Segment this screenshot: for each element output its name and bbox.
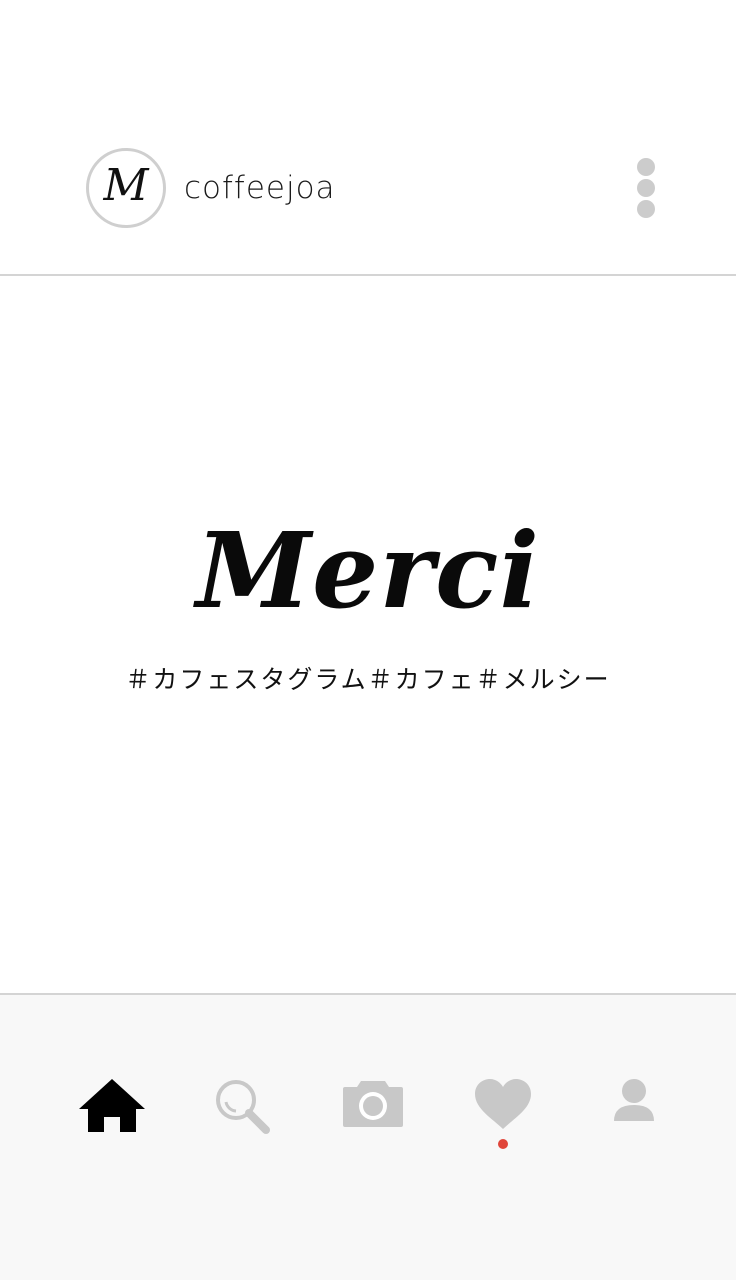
- avatar[interactable]: M: [86, 148, 166, 228]
- tab-home[interactable]: [72, 1069, 152, 1139]
- username[interactable]: coffeejoa: [184, 168, 336, 208]
- profile-icon: [614, 1079, 654, 1121]
- avatar-letter: M: [103, 160, 149, 211]
- home-icon: [79, 1079, 145, 1132]
- brand-logo-text: Merci: [196, 509, 540, 632]
- more-dot: [637, 200, 655, 218]
- search-icon: [216, 1080, 270, 1134]
- post-header: M coffeejoa: [0, 0, 736, 274]
- tab-activity[interactable]: [463, 1069, 543, 1149]
- hashtags-text: ＃カフェスタグラム＃カフェ＃メルシー: [125, 665, 611, 694]
- tab-camera[interactable]: [333, 1069, 413, 1139]
- heart-icon: [475, 1079, 531, 1129]
- camera-icon: [343, 1081, 403, 1127]
- more-dot: [637, 158, 655, 176]
- tab-profile[interactable]: [594, 1069, 674, 1139]
- more-dot: [637, 179, 655, 197]
- post-image[interactable]: Merci ＃カフェスタグラム＃カフェ＃メルシー: [0, 276, 736, 993]
- bottom-tab-bar: [0, 995, 736, 1280]
- more-options-icon[interactable]: [636, 158, 656, 220]
- tab-search[interactable]: [202, 1069, 282, 1139]
- notification-dot: [498, 1139, 508, 1149]
